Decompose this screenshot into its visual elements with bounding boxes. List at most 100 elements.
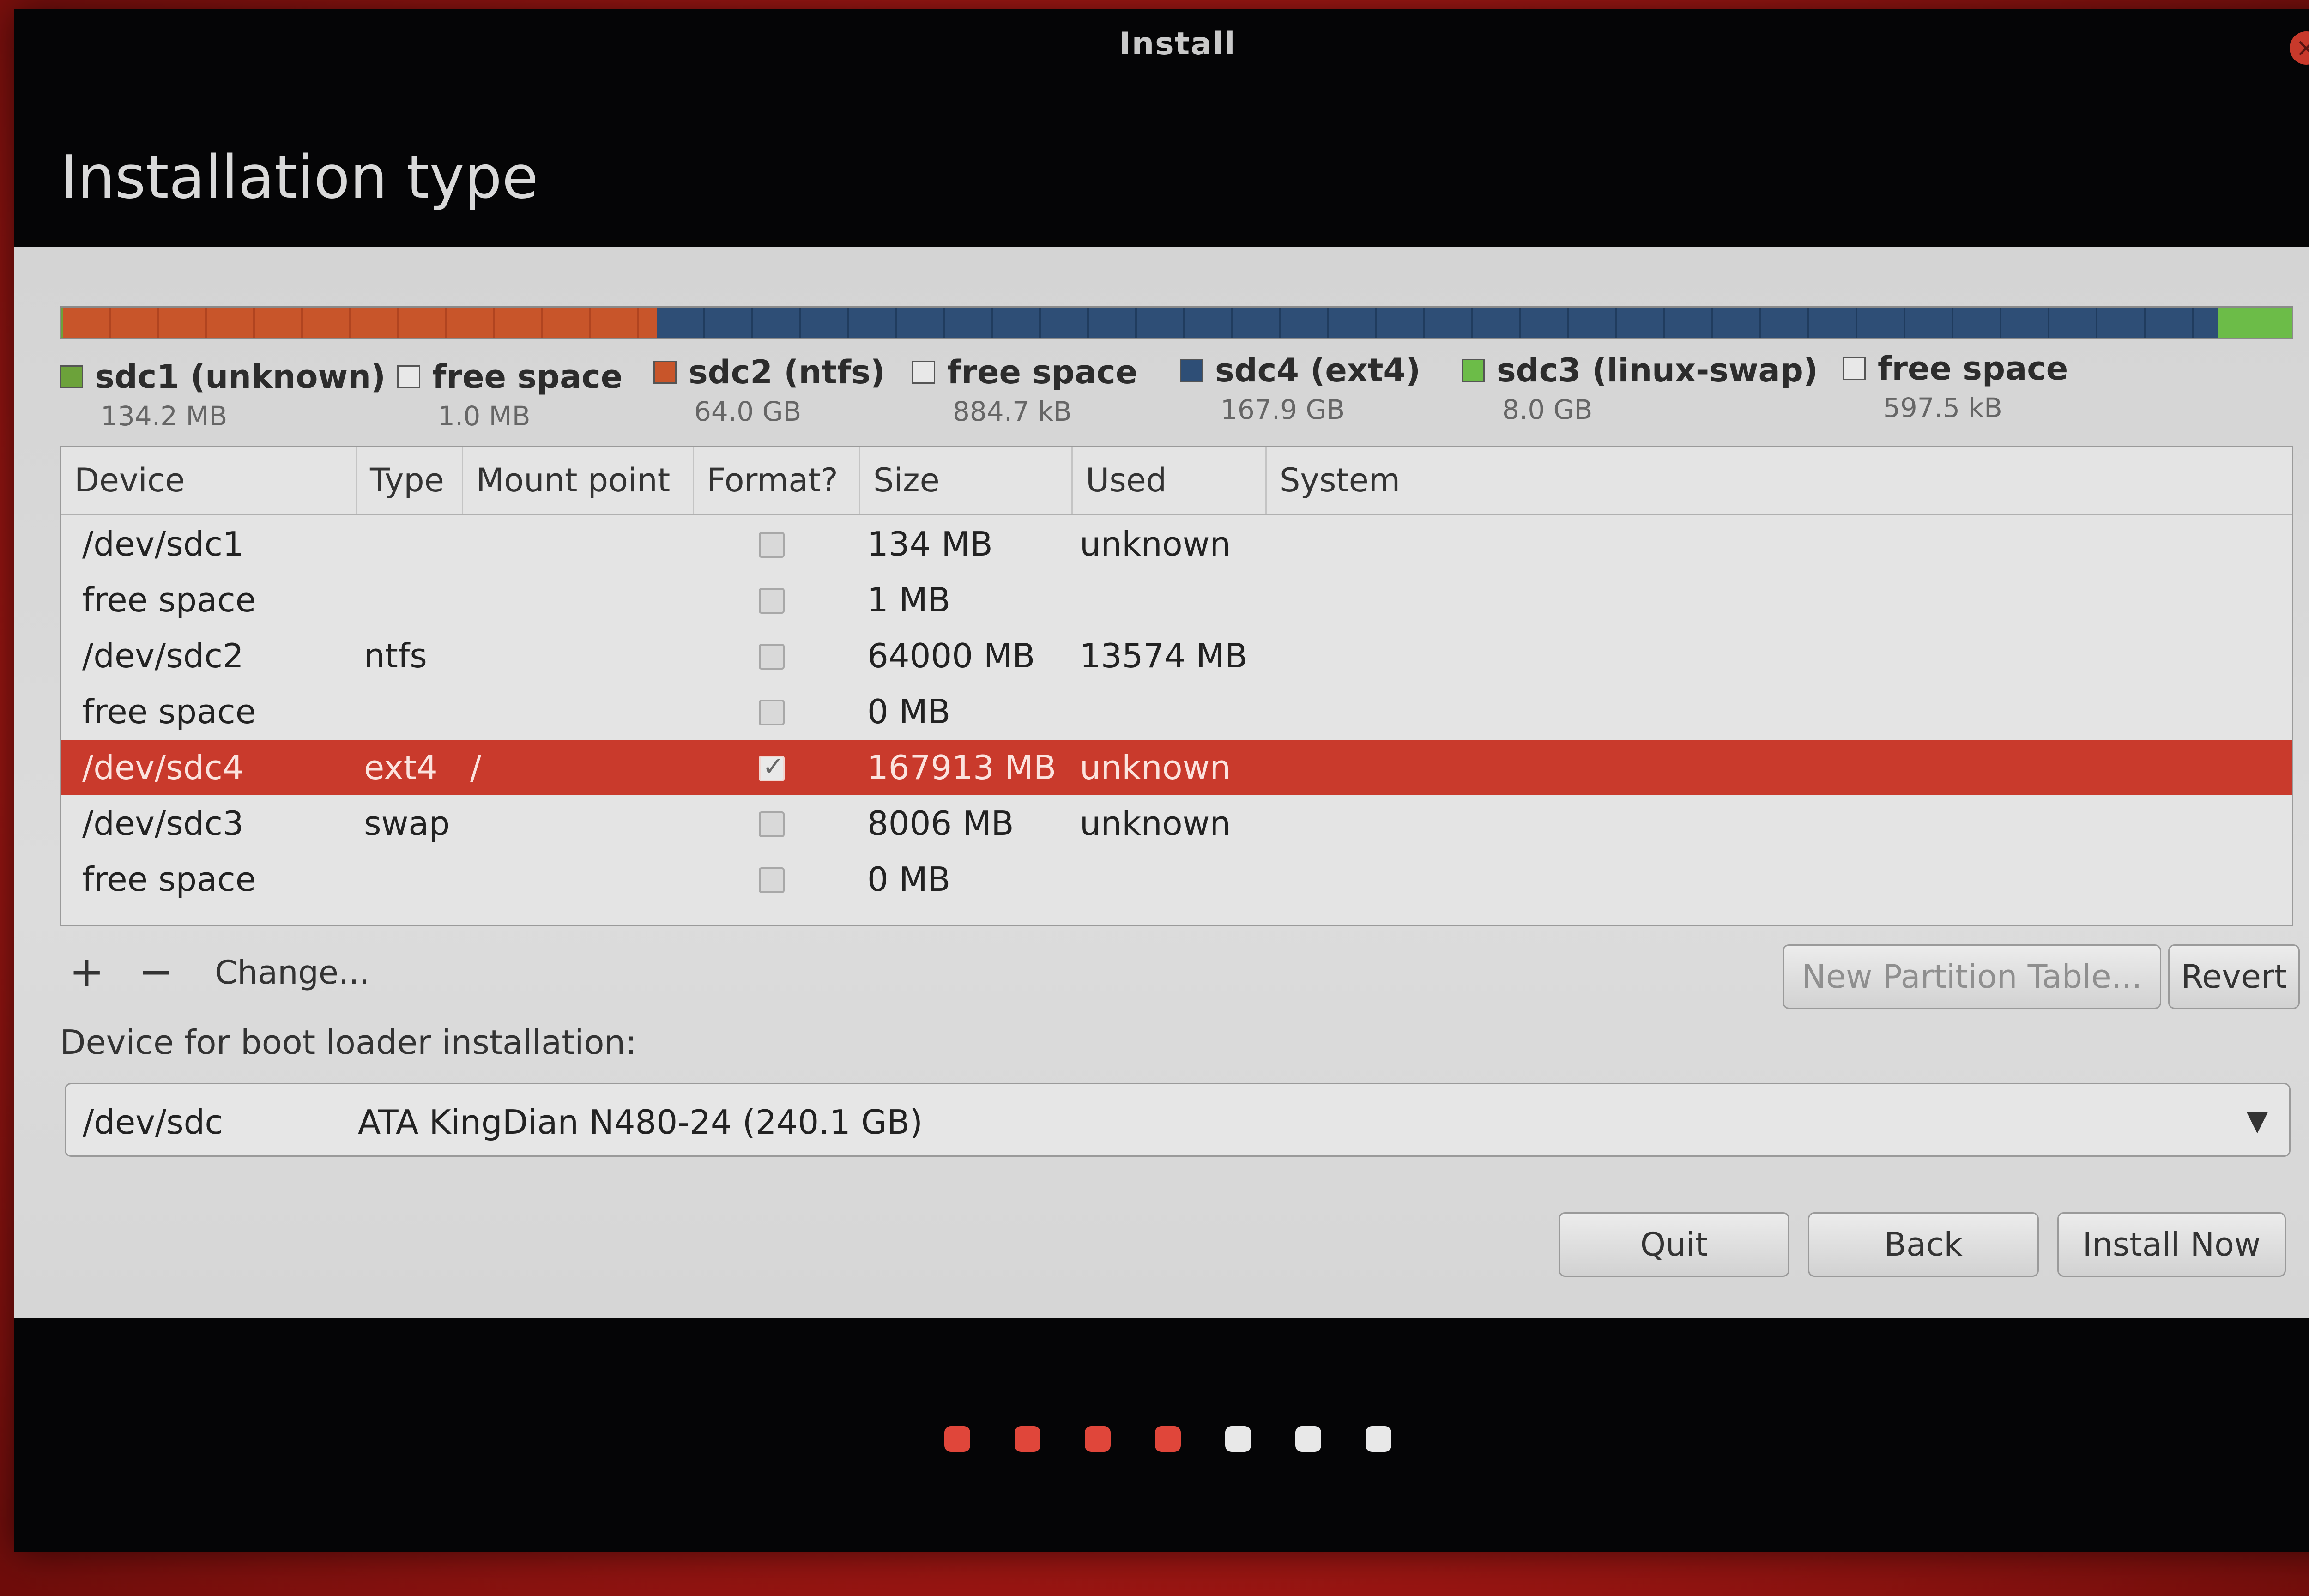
- column-header-system[interactable]: System: [1267, 447, 2292, 514]
- legend-swatch: [912, 361, 935, 384]
- cell-size: 0 MB: [867, 692, 951, 731]
- checkmark-icon: ✓: [762, 752, 784, 782]
- legend-item: free space 1.0 MB: [397, 358, 623, 432]
- legend-swatch: [1843, 357, 1866, 380]
- remove-partition-icon[interactable]: −: [139, 949, 173, 995]
- format-checkbox[interactable]: [759, 588, 785, 614]
- progress-dot-complete: [1155, 1426, 1181, 1452]
- cell-device: /dev/sdc1: [82, 525, 244, 563]
- quit-button[interactable]: Quit: [1559, 1212, 1789, 1277]
- table-row[interactable]: /dev/sdc3 swap 8006 MB unknown: [61, 796, 2292, 851]
- cell-device: free space: [82, 580, 256, 619]
- progress-dots: [944, 1426, 1425, 1458]
- cell-device: /dev/sdc2: [82, 636, 244, 675]
- table-row[interactable]: /dev/sdc2 ntfs 64000 MB 13574 MB: [61, 628, 2292, 683]
- format-checkbox[interactable]: [759, 644, 785, 670]
- cell-device: free space: [82, 692, 256, 731]
- back-button[interactable]: Back: [1808, 1212, 2039, 1277]
- table-row[interactable]: /dev/sdc4 ext4 / 167913 MB unknown ✓: [61, 740, 2292, 795]
- legend-item: sdc4 (ext4) 167.9 GB: [1180, 351, 1420, 425]
- legend-label: sdc1 (unknown): [95, 358, 386, 396]
- legend-item: sdc1 (unknown) 134.2 MB: [60, 358, 386, 432]
- column-header-format[interactable]: Format?: [694, 447, 860, 514]
- legend-label: free space: [1878, 350, 2068, 387]
- table-row[interactable]: free space 1 MB: [61, 572, 2292, 628]
- window-titlebar: Install: [14, 9, 2309, 79]
- column-header-used[interactable]: Used: [1073, 447, 1267, 514]
- cell-used: unknown: [1080, 525, 1231, 563]
- format-checkbox[interactable]: ✓: [759, 752, 785, 782]
- partition-legend: sdc1 (unknown) 134.2 MB free space 1.0 MB sd…: [60, 350, 2291, 436]
- partition-bar: [60, 306, 2293, 339]
- legend-label: free space: [432, 358, 623, 396]
- cell-size: 64000 MB: [867, 636, 1035, 675]
- format-checkbox[interactable]: [759, 811, 785, 837]
- bootloader-device: /dev/sdc: [83, 1103, 223, 1142]
- legend-item: sdc3 (linux-swap) 8.0 GB: [1462, 351, 1818, 425]
- legend-swatch: [1180, 359, 1203, 382]
- progress-dot-complete: [944, 1426, 970, 1452]
- legend-label: free space: [947, 353, 1138, 391]
- table-row[interactable]: free space 0 MB: [61, 852, 2292, 907]
- progress-dot-complete: [1015, 1426, 1040, 1452]
- partition-table[interactable]: Device Type Mount point Format? Size Used Syst…: [60, 446, 2293, 926]
- column-header-device[interactable]: Device: [61, 447, 357, 514]
- legend-size: 1.0 MB: [438, 400, 531, 432]
- legend-size: 167.9 GB: [1221, 394, 1345, 425]
- new-partition-table-button[interactable]: New Partition Table...: [1783, 944, 2161, 1009]
- add-partition-icon[interactable]: +: [69, 949, 104, 995]
- table-row[interactable]: /dev/sdc1 134 MB unknown: [61, 516, 2292, 572]
- installer-window: Install × Installation type sdc1 (unknow…: [14, 9, 2309, 1552]
- legend-label: sdc4 (ext4): [1215, 351, 1421, 389]
- format-checkbox[interactable]: [759, 532, 785, 558]
- legend-label: sdc2 (ntfs): [689, 353, 885, 391]
- bootloader-device-description: ATA KingDian N480-24 (240.1 GB): [358, 1103, 923, 1142]
- column-header-size[interactable]: Size: [860, 447, 1073, 514]
- partition-toolbar: + − Change... New Partition Table... Rev…: [60, 940, 2300, 1009]
- column-header-mount-point[interactable]: Mount point: [463, 447, 694, 514]
- format-checkbox[interactable]: [759, 867, 785, 893]
- legend-item: free space 597.5 kB: [1843, 350, 2068, 423]
- cell-device: /dev/sdc3: [82, 804, 244, 843]
- bootloader-device-select[interactable]: /dev/sdc ATA KingDian N480-24 (240.1 GB)…: [65, 1083, 2291, 1157]
- legend-swatch: [397, 365, 420, 388]
- table-row[interactable]: free space 0 MB: [61, 684, 2292, 739]
- partition-bar-segment-sdc4: [657, 308, 2218, 338]
- cell-used: unknown: [1080, 748, 1231, 787]
- legend-size: 597.5 kB: [1883, 392, 2002, 423]
- chevron-down-icon: ▼: [2246, 1105, 2268, 1137]
- cell-device: /dev/sdc4: [82, 748, 244, 787]
- main-content: sdc1 (unknown) 134.2 MB free space 1.0 MB sd…: [14, 247, 2309, 1318]
- partition-bar-segment-sdc2: [62, 308, 657, 338]
- partition-bar-segment-sdc3: [2218, 308, 2292, 338]
- cell-size: 134 MB: [867, 525, 993, 563]
- legend-size: 134.2 MB: [101, 400, 228, 432]
- change-button[interactable]: Change...: [215, 954, 369, 991]
- column-header-type[interactable]: Type: [357, 447, 463, 514]
- legend-size: 64.0 GB: [694, 396, 802, 427]
- legend-label: sdc3 (linux-swap): [1497, 351, 1818, 389]
- cell-used: unknown: [1080, 804, 1231, 843]
- legend-item: free space 884.7 kB: [912, 353, 1137, 427]
- cell-size: 0 MB: [867, 860, 951, 899]
- format-checkbox[interactable]: [759, 700, 785, 725]
- cell-type: ext4: [364, 748, 438, 787]
- table-header: Device Type Mount point Format? Size Used Syst…: [61, 447, 2292, 515]
- cell-size: 1 MB: [867, 580, 951, 619]
- cell-type: swap: [364, 804, 450, 843]
- legend-swatch: [60, 365, 83, 388]
- revert-button[interactable]: Revert: [2168, 944, 2300, 1009]
- cell-type: ntfs: [364, 636, 427, 675]
- bootloader-label: Device for boot loader installation:: [60, 1023, 637, 1062]
- legend-size: 884.7 kB: [953, 396, 1072, 427]
- cell-size: 8006 MB: [867, 804, 1014, 843]
- legend-item: sdc2 (ntfs) 64.0 GB: [653, 353, 885, 427]
- legend-swatch: [653, 361, 677, 384]
- legend-swatch: [1462, 359, 1485, 382]
- install-now-button[interactable]: Install Now: [2057, 1212, 2286, 1277]
- progress-dot-complete: [1085, 1426, 1111, 1452]
- page-title: Installation type: [60, 143, 538, 212]
- cell-mount: /: [470, 748, 482, 787]
- progress-dot-pending: [1366, 1426, 1391, 1452]
- window-title: Install: [1119, 25, 1236, 62]
